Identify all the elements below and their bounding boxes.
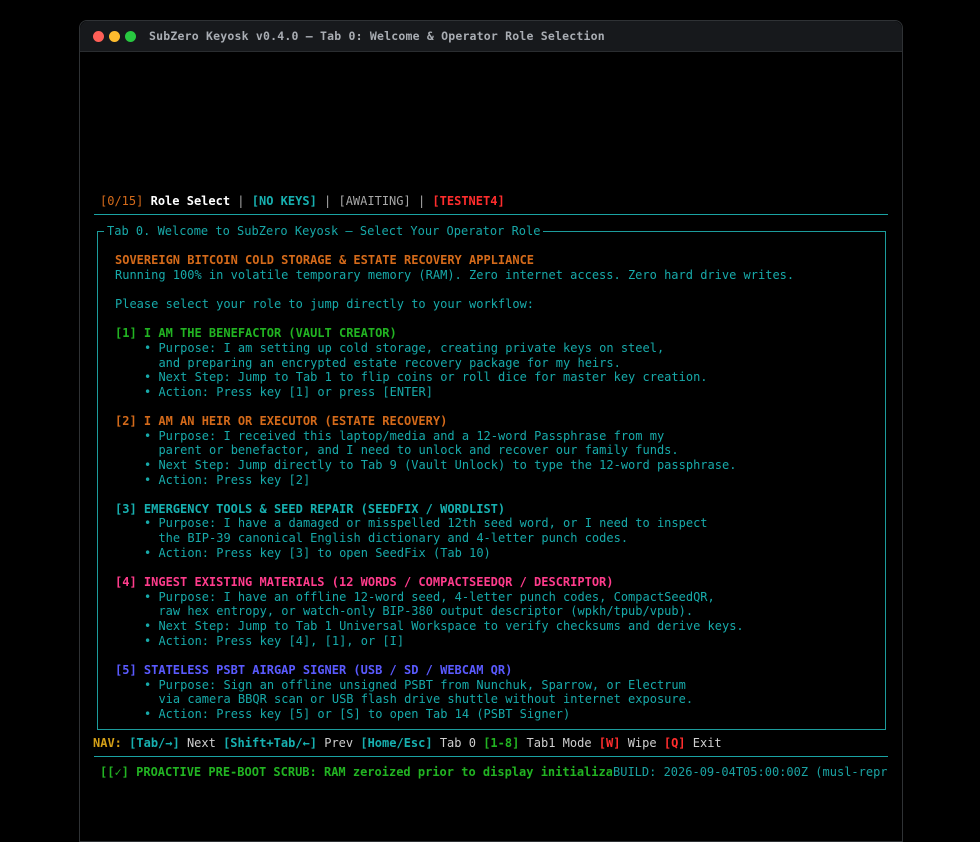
role-detail: • Action: Press key [3] to open SeedFix … xyxy=(144,546,491,560)
keys-badge: [NO KEYS] xyxy=(251,194,317,208)
build-info: BUILD: 2026-09-04T05:00:00Z (musl-repr xyxy=(613,765,888,779)
nav-key-exit[interactable]: [Q] xyxy=(664,736,686,750)
role-detail: via camera BBQR scan or USB flash drive … xyxy=(144,692,694,706)
role-detail: and preparing an encrypted estate recove… xyxy=(144,356,621,370)
maximize-button[interactable] xyxy=(125,31,136,42)
role-detail: • Purpose: I am setting up cold storage,… xyxy=(144,341,665,355)
role-detail: • Action: Press key [1] or press [ENTER] xyxy=(144,385,433,399)
status-separator: | xyxy=(410,194,433,208)
role-title[interactable]: [5] STATELESS PSBT AIRGAP SIGNER (USB / … xyxy=(115,663,512,678)
status-separator: | xyxy=(230,194,252,208)
title-bar: SubZero Keyosk v0.4.0 — Tab 0: Welcome &… xyxy=(80,21,902,52)
appliance-heading: SOVEREIGN BITCOIN COLD STORAGE & ESTATE … xyxy=(115,253,535,267)
role-selection-panel: Tab 0. Welcome to SubZero Keyosk — Selec… xyxy=(97,224,886,730)
status-divider xyxy=(94,214,888,215)
role-title[interactable]: [1] I AM THE BENEFACTOR (VAULT CREATOR) xyxy=(115,326,397,341)
role-title[interactable]: [3] EMERGENCY TOOLS & SEED REPAIR (SEEDF… xyxy=(115,502,505,517)
role-detail: • Purpose: I received this laptop/media … xyxy=(144,429,665,443)
navigation-hints: NAV: [Tab/→] Next [Shift+Tab/←] Prev [Ho… xyxy=(93,736,722,751)
mode-label: Role Select xyxy=(150,194,231,208)
nav-key-next[interactable]: [Tab/→] xyxy=(129,736,180,750)
scrub-status: [[✓] PROACTIVE PRE-BOOT SCRUB: RAM zeroi… xyxy=(100,765,612,779)
role-detail: • Purpose: I have an offline 12-word see… xyxy=(144,590,715,604)
status-separator: | xyxy=(316,194,339,208)
appliance-subheading: Running 100% in volatile temporary memor… xyxy=(115,268,795,282)
role-detail: • Action: Press key [5] or [S] to open T… xyxy=(144,707,571,721)
role-detail: • Next Step: Jump to Tab 1 Universal Wor… xyxy=(144,619,744,633)
role-detail: parent or benefactor, and I need to unlo… xyxy=(144,443,679,457)
minimize-button[interactable] xyxy=(109,31,120,42)
close-button[interactable] xyxy=(93,31,104,42)
nav-key-prev[interactable]: [Shift+Tab/←] xyxy=(223,736,317,750)
nav-label: NAV: xyxy=(93,736,122,750)
role-detail: • Purpose: I have a damaged or misspelle… xyxy=(144,516,708,530)
nav-text-home: Tab 0 xyxy=(432,736,484,750)
nav-key-wipe[interactable]: [W] xyxy=(599,736,621,750)
nav-text-mode: Tab1 Mode xyxy=(519,736,599,750)
progress-counter: [0/15] xyxy=(100,194,144,208)
network-badge: [TESTNET4] xyxy=(432,194,505,208)
role-detail: • Action: Press key [2] xyxy=(144,473,311,487)
nav-key-mode[interactable]: [1-8] xyxy=(483,736,519,750)
role-title[interactable]: [2] I AM AN HEIR OR EXECUTOR (ESTATE REC… xyxy=(115,414,447,429)
panel-title: Tab 0. Welcome to SubZero Keyosk — Selec… xyxy=(104,224,544,239)
nav-key-home[interactable]: [Home/Esc] xyxy=(360,736,432,750)
window-title: SubZero Keyosk v0.4.0 — Tab 0: Welcome &… xyxy=(149,29,605,43)
role-detail: • Purpose: Sign an offline unsigned PSBT… xyxy=(144,678,686,692)
terminal-window: SubZero Keyosk v0.4.0 — Tab 0: Welcome &… xyxy=(79,20,903,842)
role-prompt: Please select your role to jump directly… xyxy=(115,297,535,311)
nav-text-next: Next xyxy=(179,736,224,750)
role-detail: • Next Step: Jump to Tab 1 to flip coins… xyxy=(144,370,708,384)
role-detail: • Next Step: Jump directly to Tab 9 (Vau… xyxy=(144,458,737,472)
footer-divider xyxy=(94,756,888,757)
role-title[interactable]: [4] INGEST EXISTING MATERIALS (12 WORDS … xyxy=(115,575,614,590)
nav-text-prev: Prev xyxy=(317,736,361,750)
role-detail: the BIP-39 canonical English dictionary … xyxy=(144,531,629,545)
role-detail: raw hex entropy, or watch-only BIP-380 o… xyxy=(144,604,694,618)
nav-text-wipe: Wipe xyxy=(620,736,664,750)
nav-text-exit: Exit xyxy=(685,736,722,750)
role-detail: • Action: Press key [4], [1], or [I] xyxy=(144,634,405,648)
state-badge: [AWAITING] xyxy=(338,194,411,208)
status-bar: [0/15] Role Select | [NO KEYS] | [AWAITI… xyxy=(100,194,505,209)
